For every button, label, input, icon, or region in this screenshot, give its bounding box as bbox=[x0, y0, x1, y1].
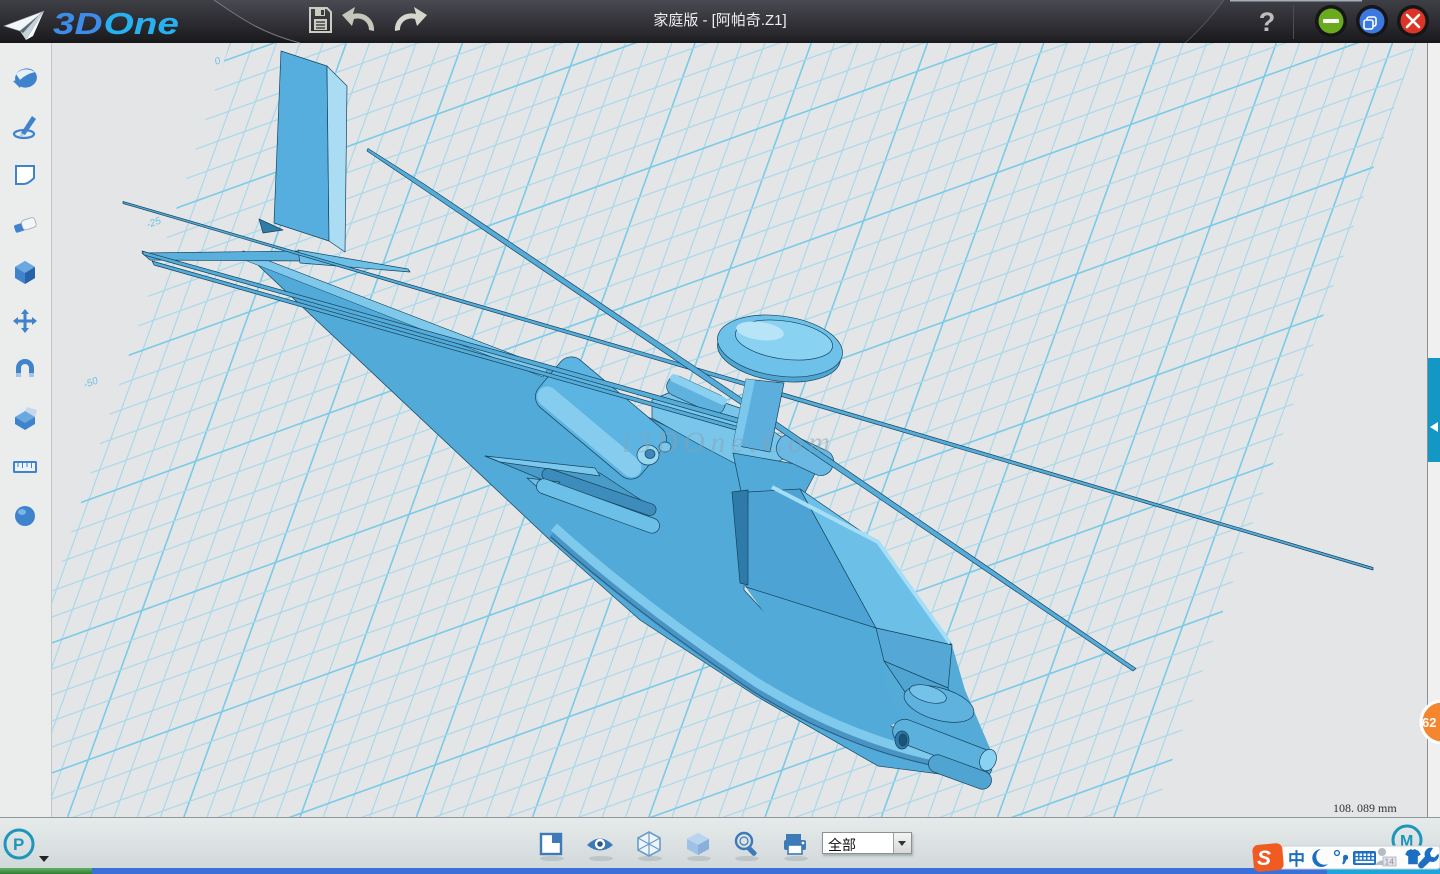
svg-text:3D: 3D bbox=[53, 7, 103, 41]
svg-text:One: One bbox=[104, 7, 179, 41]
svg-text:中: 中 bbox=[1288, 849, 1305, 869]
svg-text:108. 089 mm: 108. 089 mm bbox=[1333, 801, 1397, 815]
svg-text:62: 62 bbox=[1422, 715, 1436, 730]
svg-text:P: P bbox=[13, 835, 24, 854]
svg-text:S: S bbox=[1257, 847, 1271, 870]
svg-text:14: 14 bbox=[1385, 857, 1395, 867]
